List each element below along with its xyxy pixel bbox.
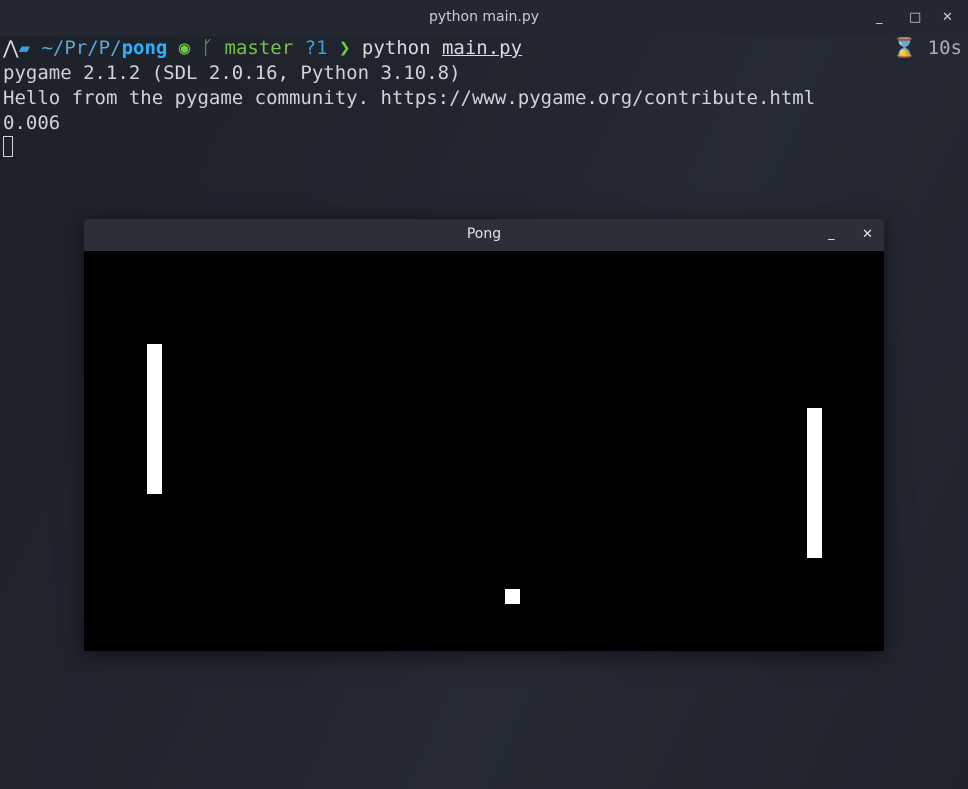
pong-titlebar[interactable]: Pong _ ✕ bbox=[84, 219, 884, 251]
terminal-maximize-button[interactable]: □ bbox=[909, 10, 921, 25]
path-prefix: ~/Pr/P/ bbox=[41, 37, 122, 59]
command-text: python bbox=[361, 37, 431, 59]
shell-prompt: ⋀▰ ~/Pr/P/pong ◉ ᚴ master ?1 ❯ python ma… bbox=[3, 36, 522, 61]
pong-close-button[interactable]: ✕ bbox=[862, 227, 873, 242]
terminal-title: python main.py bbox=[428, 9, 540, 25]
pong-minimize-button[interactable]: _ bbox=[828, 226, 835, 241]
text-cursor bbox=[3, 136, 13, 157]
terminal-close-button[interactable]: ✕ bbox=[942, 10, 953, 25]
git-untracked-count: ?1 bbox=[304, 37, 328, 59]
git-branch-name: master bbox=[224, 37, 294, 59]
pong-window[interactable]: Pong _ ✕ bbox=[84, 219, 884, 651]
left-paddle bbox=[147, 344, 162, 494]
ball bbox=[505, 589, 520, 604]
game-canvas[interactable] bbox=[84, 251, 884, 651]
git-branch-icon: ᚴ bbox=[201, 37, 214, 59]
folder-icon: ▰ bbox=[18, 37, 42, 59]
duration-text: 10s bbox=[927, 37, 962, 59]
command-duration: ⌛ 10s bbox=[893, 36, 962, 61]
pong-title: Pong bbox=[466, 226, 502, 242]
hourglass-icon: ⌛ bbox=[892, 37, 917, 59]
output-line: 0.006 bbox=[3, 112, 61, 134]
github-cat-icon: ◉ bbox=[178, 37, 191, 59]
output-line: pygame 2.1.2 (SDL 2.0.16, Python 3.10.8) bbox=[3, 62, 461, 84]
terminal-minimize-button[interactable]: _ bbox=[876, 10, 883, 25]
output-line: Hello from the pygame community. https:/… bbox=[3, 87, 816, 109]
arch-logo-icon: ⋀ bbox=[3, 37, 19, 59]
command-argument: main.py bbox=[441, 37, 523, 59]
path-current: pong bbox=[121, 37, 168, 59]
terminal-titlebar: python main.py _ □ ✕ bbox=[0, 0, 968, 37]
right-paddle bbox=[807, 408, 822, 558]
prompt-arrow-icon: ❯ bbox=[338, 37, 351, 59]
